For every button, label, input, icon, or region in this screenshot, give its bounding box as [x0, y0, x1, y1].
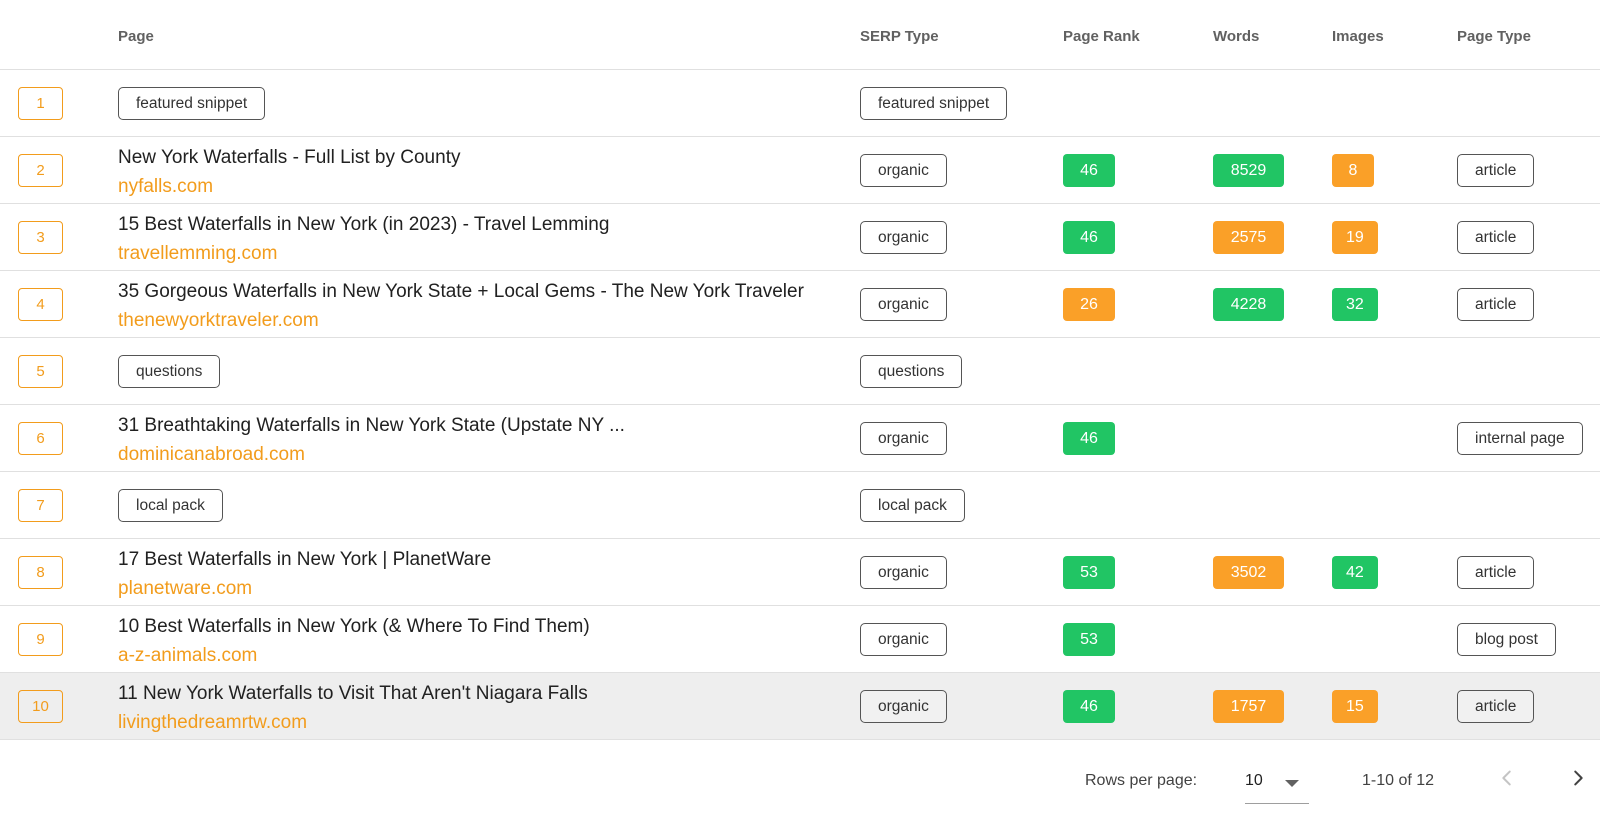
position-badge: 9	[18, 623, 63, 656]
page-chip: featured snippet	[118, 87, 266, 120]
serp-type-chip: local pack	[860, 489, 965, 522]
serp-type-chip: questions	[860, 355, 963, 388]
table-row[interactable]: 9 10 Best Waterfalls in New York (& Wher…	[0, 606, 1600, 673]
table-header: Page SERP Type Page Rank Words Images Pa…	[0, 0, 1600, 70]
page-title[interactable]: 11 New York Waterfalls to Visit That Are…	[118, 682, 818, 706]
page-type-chip: article	[1457, 221, 1535, 254]
page-type-chip: article	[1457, 288, 1535, 321]
page-domain-link[interactable]: planetware.com	[118, 577, 818, 601]
words-badge: 2575	[1213, 221, 1284, 254]
position-badge: 6	[18, 422, 63, 455]
page-chip: questions	[118, 355, 221, 388]
page-rank-badge: 46	[1063, 422, 1115, 455]
rows-per-page-select[interactable]: 10	[1245, 760, 1309, 804]
table-row[interactable]: 2 New York Waterfalls - Full List by Cou…	[0, 137, 1600, 204]
position-badge: 8	[18, 556, 63, 589]
page-type-chip: article	[1457, 154, 1535, 187]
column-header-serp-type[interactable]: SERP Type	[860, 28, 939, 45]
rows-per-page-value: 10	[1245, 772, 1263, 789]
position-badge: 2	[18, 154, 63, 187]
table-pagination: Rows per page: 10 1-10 of 12	[0, 742, 1600, 817]
words-badge: 4228	[1213, 288, 1284, 321]
chevron-left-icon	[1502, 770, 1511, 786]
page-rank-badge: 46	[1063, 154, 1115, 187]
serp-type-chip: featured snippet	[860, 87, 1008, 120]
next-page-button[interactable]	[1558, 758, 1598, 798]
serp-type-chip: organic	[860, 221, 947, 254]
page-title[interactable]: 31 Breathtaking Waterfalls in New York S…	[118, 414, 818, 438]
serp-type-chip: organic	[860, 556, 947, 589]
rows-per-page-label: Rows per page:	[1085, 772, 1198, 789]
previous-page-button[interactable]	[1487, 758, 1527, 798]
position-badge: 10	[18, 690, 63, 723]
page-domain-link[interactable]: thenewyorktraveler.com	[118, 309, 818, 333]
page-domain-link[interactable]: travellemming.com	[118, 242, 818, 266]
column-header-words[interactable]: Words	[1213, 28, 1259, 45]
page-title[interactable]: 15 Best Waterfalls in New York (in 2023)…	[118, 213, 818, 237]
page-type-chip: article	[1457, 556, 1535, 589]
images-badge: 32	[1332, 288, 1378, 321]
page-title[interactable]: 17 Best Waterfalls in New York | PlanetW…	[118, 548, 818, 572]
page-rank-badge: 46	[1063, 221, 1115, 254]
serp-type-chip: organic	[860, 690, 947, 723]
serp-results-table: Page SERP Type Page Rank Words Images Pa…	[0, 0, 1600, 740]
serp-type-chip: organic	[860, 288, 947, 321]
position-badge: 7	[18, 489, 63, 522]
images-badge: 42	[1332, 556, 1378, 589]
serp-type-chip: organic	[860, 154, 947, 187]
images-badge: 8	[1332, 154, 1374, 187]
page-domain-link[interactable]: livingthedreamrtw.com	[118, 711, 818, 735]
pagination-range: 1-10 of 12	[1362, 772, 1435, 789]
images-badge: 19	[1332, 221, 1378, 254]
table-row[interactable]: 6 31 Breathtaking Waterfalls in New York…	[0, 405, 1600, 472]
column-header-images[interactable]: Images	[1332, 28, 1384, 45]
column-header-page-rank[interactable]: Page Rank	[1063, 28, 1140, 45]
page-title[interactable]: 35 Gorgeous Waterfalls in New York State…	[118, 280, 818, 304]
column-header-page[interactable]: Page	[118, 28, 154, 45]
chevron-right-icon	[1574, 770, 1583, 786]
position-badge: 3	[18, 221, 63, 254]
page-domain-link[interactable]: a-z-animals.com	[118, 644, 818, 668]
caret-down-icon	[1285, 780, 1299, 787]
page-rank-badge: 53	[1063, 623, 1115, 656]
page-domain-link[interactable]: nyfalls.com	[118, 175, 818, 199]
page-type-chip: blog post	[1457, 623, 1556, 656]
table-row[interactable]: 5 questions questions	[0, 338, 1600, 405]
table-row[interactable]: 4 35 Gorgeous Waterfalls in New York Sta…	[0, 271, 1600, 338]
words-badge: 8529	[1213, 154, 1284, 187]
table-row[interactable]: 1 featured snippet featured snippet	[0, 70, 1600, 137]
page-type-chip: internal page	[1457, 422, 1583, 455]
column-header-page-type[interactable]: Page Type	[1457, 28, 1531, 45]
position-badge: 1	[18, 87, 63, 120]
page-rank-badge: 53	[1063, 556, 1115, 589]
words-badge: 3502	[1213, 556, 1284, 589]
page-rank-badge: 46	[1063, 690, 1115, 723]
page-title[interactable]: New York Waterfalls - Full List by Count…	[118, 146, 818, 170]
table-row[interactable]: 8 17 Best Waterfalls in New York | Plane…	[0, 539, 1600, 606]
serp-type-chip: organic	[860, 623, 947, 656]
page-title[interactable]: 10 Best Waterfalls in New York (& Where …	[118, 615, 818, 639]
images-badge: 15	[1332, 690, 1378, 723]
page-chip: local pack	[118, 489, 223, 522]
table-row[interactable]: 3 15 Best Waterfalls in New York (in 202…	[0, 204, 1600, 271]
position-badge: 4	[18, 288, 63, 321]
words-badge: 1757	[1213, 690, 1284, 723]
position-badge: 5	[18, 355, 63, 388]
serp-type-chip: organic	[860, 422, 947, 455]
table-row[interactable]: 7 local pack local pack	[0, 472, 1600, 539]
table-row[interactable]: 10 11 New York Waterfalls to Visit That …	[0, 673, 1600, 740]
page-domain-link[interactable]: dominicanabroad.com	[118, 443, 818, 467]
page-type-chip: article	[1457, 690, 1535, 723]
page-rank-badge: 26	[1063, 288, 1115, 321]
